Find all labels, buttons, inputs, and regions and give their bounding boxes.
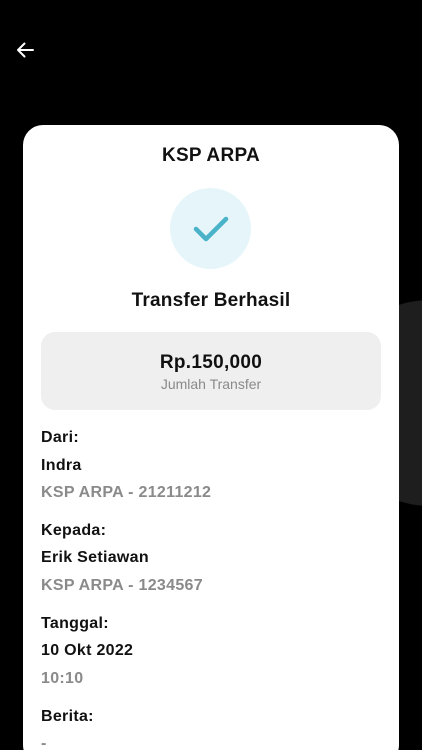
arrow-left-icon — [17, 42, 34, 58]
to-label: Kepada: — [41, 522, 107, 539]
to-name: Erik Setiawan — [41, 549, 149, 566]
amount-label: Jumlah Transfer — [160, 376, 262, 392]
from-label: Dari: — [41, 429, 79, 446]
organization-name: KSP ARPA — [161, 145, 261, 166]
amount-box: Rp.150,000 Jumlah Transfer — [41, 332, 381, 410]
time-value: 10:10 — [41, 670, 84, 687]
back-button[interactable] — [12, 37, 38, 63]
date-value: 10 Okt 2022 — [41, 642, 134, 659]
from-account: KSP ARPA - 21211212 — [41, 484, 212, 501]
amount-value: Rp.150,000 — [159, 352, 263, 373]
receipt-card: KSP ARPA Transfer Berhasil Rp.150,000 Ju… — [23, 125, 399, 750]
date-label: Tanggal: — [41, 615, 109, 632]
to-account: KSP ARPA - 1234567 — [41, 577, 203, 594]
message-value: - — [41, 735, 47, 750]
status-title: Transfer Berhasil — [131, 290, 291, 311]
success-badge — [170, 188, 251, 269]
message-label: Berita: — [41, 708, 94, 725]
from-name: Indra — [41, 457, 82, 474]
checkmark-icon — [193, 216, 228, 241]
transfer-receipt-screen: KSP ARPA Transfer Berhasil Rp.150,000 Ju… — [0, 0, 422, 750]
